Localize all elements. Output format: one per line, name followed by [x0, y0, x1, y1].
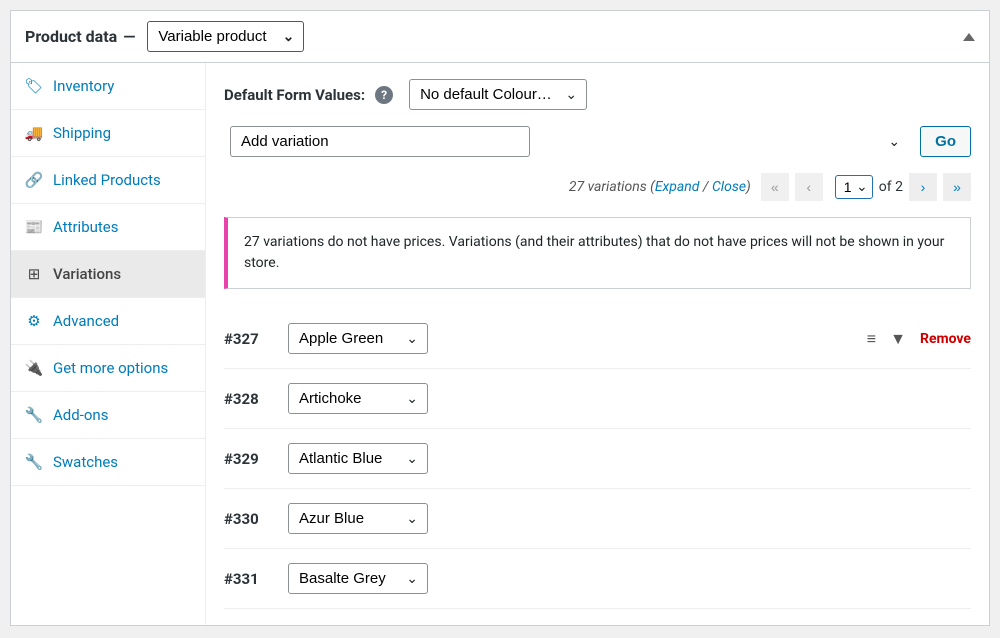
product-type-select[interactable]: Variable product — [147, 21, 304, 52]
sidebar-item-shipping[interactable]: 🚚 Shipping — [11, 110, 205, 157]
wrench-icon: 🔧 — [25, 453, 43, 471]
sidebar-item-label: Swatches — [53, 453, 118, 471]
pager: 27 variations (Expand / Close) « ‹ 1 ⌄ o… — [569, 173, 971, 201]
variation-id: #330 — [224, 510, 272, 528]
gear-icon: ⚙ — [25, 312, 43, 330]
variation-actions: ≡ ▼ Remove — [867, 329, 971, 349]
dash: — — [117, 27, 141, 46]
price-warning-notice: 27 variations do not have prices. Variat… — [224, 217, 971, 289]
variation-attr-select[interactable]: Apple Green — [288, 323, 428, 354]
default-colour-wrap: No default Colour… ⌄ — [409, 79, 587, 110]
variations-content: Default Form Values: ? No default Colour… — [206, 63, 989, 625]
variation-action-select[interactable]: Add variation — [230, 126, 530, 157]
panel-title: Product data — [25, 27, 117, 46]
variation-attr-wrap: Azur Blue⌄ — [288, 503, 428, 534]
sidebar-item-attributes[interactable]: 📰 Attributes — [11, 204, 205, 251]
close-link[interactable]: Close — [712, 179, 746, 195]
default-colour-select[interactable]: No default Colour… — [409, 79, 587, 110]
sidebar-item-add-ons[interactable]: 🔧 Add-ons — [11, 392, 205, 439]
default-form-values-row: Default Form Values: ? No default Colour… — [224, 79, 971, 110]
variation-action-wrap: Add variation ⌄ — [230, 126, 910, 157]
sidebar-item-label: Shipping — [53, 124, 111, 142]
panel-header: Product data — Variable product ⌄ — [11, 11, 989, 63]
list-icon: 📰 — [25, 218, 43, 236]
sidebar-item-label: Inventory — [53, 77, 114, 95]
sidebar-item-label: Attributes — [53, 218, 119, 236]
variation-attr-select[interactable]: Basalte Grey — [288, 563, 428, 594]
product-type-wrap: Variable product ⌄ — [147, 21, 304, 52]
variation-row[interactable]: #327 Apple Green⌄ ≡ ▼ Remove — [224, 309, 971, 369]
variation-id: #331 — [224, 570, 272, 588]
variations-count: 27 variations (Expand / Close) — [569, 179, 751, 195]
truck-icon: 🚚 — [25, 124, 43, 142]
plug-icon: 🔌 — [25, 359, 43, 377]
go-button[interactable]: Go — [920, 126, 971, 157]
sidebar-item-swatches[interactable]: 🔧 Swatches — [11, 439, 205, 486]
last-page-button[interactable]: » — [943, 173, 971, 201]
variation-attr-select[interactable]: Atlantic Blue — [288, 443, 428, 474]
panel-body: 🏷 Inventory 🚚 Shipping 🔗 Linked Products… — [11, 63, 989, 625]
variation-row[interactable]: #330 Azur Blue⌄ — [224, 489, 971, 549]
sidebar-item-variations[interactable]: ⊞ Variations — [11, 251, 205, 298]
variation-attr-wrap: Atlantic Blue⌄ — [288, 443, 428, 474]
pagination-row: 27 variations (Expand / Close) « ‹ 1 ⌄ o… — [224, 173, 971, 201]
sidebar-item-linked-products[interactable]: 🔗 Linked Products — [11, 157, 205, 204]
chevron-down-icon: ⌄ — [888, 134, 900, 150]
page-select-wrap: 1 ⌄ — [835, 175, 873, 199]
collapse-panel-button[interactable] — [963, 30, 975, 44]
sidebar-item-label: Variations — [53, 265, 121, 283]
prev-page-button[interactable]: ‹ — [795, 173, 823, 201]
grid-icon: ⊞ — [25, 265, 43, 283]
help-icon[interactable]: ? — [375, 86, 393, 104]
variation-attr-select[interactable]: Azur Blue — [288, 503, 428, 534]
variation-id: #327 — [224, 330, 272, 348]
first-page-button[interactable]: « — [761, 173, 789, 201]
sidebar-item-label: Get more options — [53, 359, 168, 377]
sidebar-item-advanced[interactable]: ⚙ Advanced — [11, 298, 205, 345]
sidebar: 🏷 Inventory 🚚 Shipping 🔗 Linked Products… — [11, 63, 206, 625]
variation-id: #329 — [224, 450, 272, 468]
variation-attr-wrap: Artichoke⌄ — [288, 383, 428, 414]
of-pages: of 2 — [879, 179, 903, 195]
sidebar-item-label: Advanced — [53, 312, 119, 330]
remove-link[interactable]: Remove — [920, 331, 971, 347]
product-data-panel: Product data — Variable product ⌄ 🏷 Inve… — [10, 10, 990, 626]
sidebar-item-inventory[interactable]: 🏷 Inventory — [11, 63, 205, 110]
tag-icon: 🏷 — [25, 77, 43, 95]
sidebar-item-label: Linked Products — [53, 171, 161, 189]
wrench-icon: 🔧 — [25, 406, 43, 424]
variation-id: #328 — [224, 390, 272, 408]
variation-row[interactable]: #329 Atlantic Blue⌄ — [224, 429, 971, 489]
variation-row[interactable]: #328 Artichoke⌄ — [224, 369, 971, 429]
add-variation-row: Add variation ⌄ Go — [224, 126, 971, 157]
sidebar-item-label: Add-ons — [53, 406, 108, 424]
default-form-values-label: Default Form Values: — [224, 86, 365, 104]
sidebar-item-get-more-options[interactable]: 🔌 Get more options — [11, 345, 205, 392]
expand-link[interactable]: Expand — [655, 179, 700, 195]
variation-attr-wrap: Apple Green⌄ — [288, 323, 428, 354]
next-page-button[interactable]: › — [909, 173, 937, 201]
expand-icon[interactable]: ▼ — [890, 329, 906, 349]
drag-icon[interactable]: ≡ — [867, 329, 876, 349]
page-select[interactable]: 1 — [835, 175, 873, 199]
variation-attr-select[interactable]: Artichoke — [288, 383, 428, 414]
variations-list: #327Apple Green⌄≡▼Remove#328Artichoke⌄#3… — [224, 309, 971, 609]
variation-row[interactable]: #331 Basalte Grey⌄ — [224, 549, 971, 609]
variation-attr-wrap: Basalte Grey⌄ — [288, 563, 428, 594]
link-icon: 🔗 — [25, 171, 43, 189]
